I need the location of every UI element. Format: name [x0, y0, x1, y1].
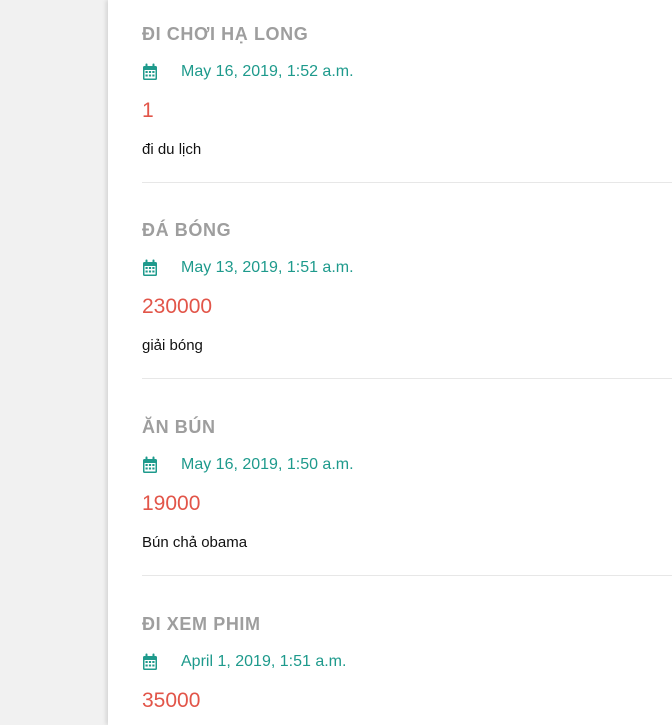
calendar-icon — [143, 456, 157, 473]
calendar-icon — [143, 63, 157, 80]
expense-list-panel: ĐI CHƠI HẠ LONG May 16, 2019, 1:52 a.m. … — [108, 0, 672, 725]
expense-title[interactable]: ĐI XEM PHIM — [142, 614, 261, 635]
expense-amount: 35000 — [142, 689, 201, 712]
entry-divider — [142, 378, 672, 379]
expense-date-row: April 1, 2019, 1:51 a.m. — [142, 652, 346, 672]
left-gutter — [0, 0, 108, 725]
expense-description: giải bóng — [142, 337, 203, 354]
expense-amount: 230000 — [142, 295, 213, 318]
expense-description: đi du lịch — [142, 141, 202, 158]
expense-date-row: May 16, 2019, 1:50 a.m. — [142, 455, 354, 475]
expense-amount: 1 — [142, 99, 154, 122]
expense-title[interactable]: ĐI CHƠI HẠ LONG — [142, 24, 308, 45]
expense-date: May 13, 2019, 1:51 a.m. — [181, 259, 354, 276]
expense-date: May 16, 2019, 1:50 a.m. — [181, 456, 354, 473]
expense-date: April 1, 2019, 1:51 a.m. — [181, 653, 347, 670]
expense-title[interactable]: ĐÁ BÓNG — [142, 220, 231, 241]
expense-amount: 19000 — [142, 492, 201, 515]
entry-divider — [142, 182, 672, 183]
expense-date-row: May 16, 2019, 1:52 a.m. — [142, 62, 354, 82]
calendar-icon — [143, 653, 157, 670]
expense-description: Bún chả obama — [142, 534, 248, 551]
expense-date: May 16, 2019, 1:52 a.m. — [181, 63, 354, 80]
calendar-icon — [143, 259, 157, 276]
expense-title[interactable]: ĂN BÚN — [142, 417, 216, 438]
expense-date-row: May 13, 2019, 1:51 a.m. — [142, 258, 354, 278]
entry-divider — [142, 575, 672, 576]
